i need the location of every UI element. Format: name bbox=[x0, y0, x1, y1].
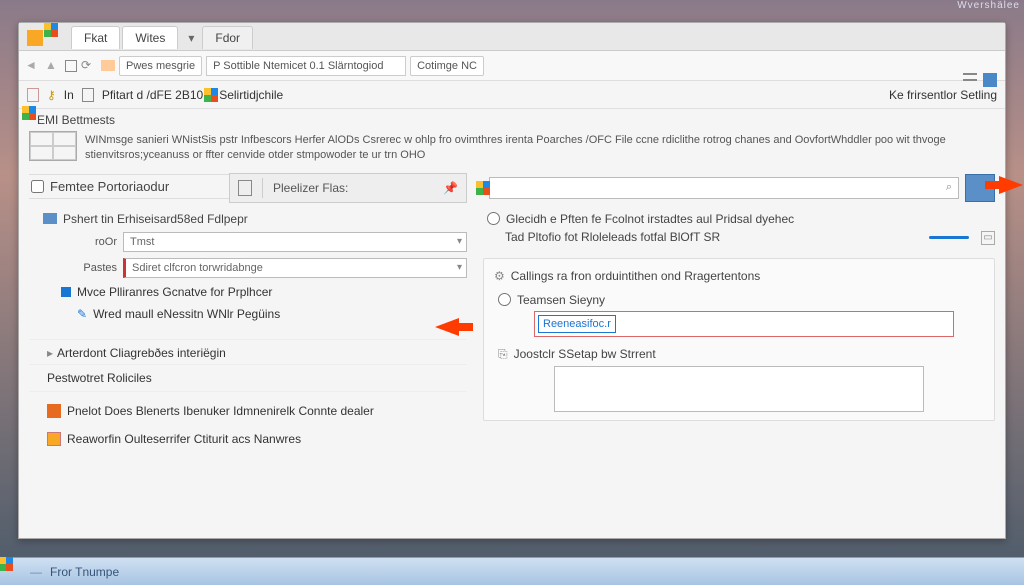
taskbar: ― Fror Tnumpe bbox=[0, 557, 1024, 585]
folder-icon bbox=[101, 60, 115, 71]
option-label-1: Mvce Plliranres Gcnatve for Prplhcer bbox=[77, 285, 272, 299]
section-label-3: Pestwotret Roliciles bbox=[47, 371, 152, 385]
blue-indicator bbox=[929, 236, 969, 239]
radio-row-2[interactable]: Teamsen Sieyny bbox=[494, 291, 984, 309]
panel-icon[interactable] bbox=[983, 73, 997, 87]
taskbar-item[interactable]: Fror Tnumpe bbox=[50, 565, 119, 579]
blue-square-icon bbox=[61, 287, 71, 297]
divider-icon: ― bbox=[30, 565, 42, 579]
key-icon[interactable]: ⚷ bbox=[47, 88, 56, 102]
search-icon: ⌕ bbox=[946, 181, 952, 194]
tab-1[interactable]: Fkat bbox=[71, 26, 120, 49]
section-row-3[interactable]: Pestwotret Roliciles bbox=[29, 364, 467, 392]
radio-row-1[interactable]: Glecidh e Pften fe Fcolnot irstadtes aul… bbox=[483, 210, 995, 228]
callout-arrow-1 bbox=[435, 318, 459, 336]
address-seg-1[interactable]: Pwes mesgrie bbox=[119, 56, 202, 76]
wand-icon: ✎ bbox=[77, 307, 87, 321]
collapse-icon[interactable]: ▭ bbox=[981, 231, 995, 245]
radio-label-3: Joostclr SSetap bw Strrent bbox=[514, 347, 656, 361]
address-seg-3[interactable]: Cotimge NC bbox=[410, 56, 484, 76]
pin-icon[interactable]: 📌 bbox=[443, 181, 458, 195]
toolbar-label-2: Pfitart d /dFE 2B10 bbox=[102, 88, 203, 102]
combo-row-1: roOr Tmst bbox=[29, 229, 467, 255]
section-checkbox[interactable] bbox=[31, 180, 44, 193]
yellow-square-icon bbox=[47, 432, 61, 446]
tab-bar: Fkat Wites ▾ Fdor bbox=[19, 23, 1005, 51]
banner-row: EMI Bettmests bbox=[19, 109, 1005, 131]
sub-label-1: Tad Pltofio fot Rloleleads fotfal BlOfT … bbox=[483, 228, 917, 248]
app-icon bbox=[27, 30, 43, 46]
option-row-1[interactable]: Mvce Plliranres Gcnatve for Prplhcer bbox=[29, 281, 467, 303]
search-input[interactable]: ⌕ bbox=[489, 177, 959, 199]
doc-icon[interactable] bbox=[27, 88, 39, 102]
edit-field-frame: Reeneasifoc.r bbox=[534, 311, 954, 337]
banner-body: WINmsge sanieri WNistSis pstr Infbescors… bbox=[85, 131, 995, 164]
section-row-2[interactable]: ▸Arterdont Cliagrebðes interiëgin bbox=[29, 339, 467, 364]
right-column: ⌕ Glecidh e Pften fe Fcolnot irstadtes a… bbox=[483, 174, 995, 450]
address-bar: ◄ ▲ ⟳ Pwes mesgrie P Sottible Ntemicet 0… bbox=[19, 51, 1005, 81]
grid-icon[interactable] bbox=[65, 60, 77, 72]
orange-square-icon bbox=[47, 404, 61, 418]
radio-1[interactable] bbox=[487, 212, 500, 225]
combo-2[interactable]: Sdiret clfcron torwridabnge bbox=[123, 258, 467, 278]
tab-dropdown[interactable]: ▾ bbox=[180, 27, 202, 49]
forward-icon[interactable]: ▲ bbox=[45, 58, 61, 74]
wireframe-icon bbox=[29, 131, 77, 161]
link-label-2: Reaworfin Oulteserrifer Ctiturit acs Nan… bbox=[67, 432, 301, 446]
notes-textarea[interactable] bbox=[554, 366, 924, 412]
main-area: Femtee Portoriaodur Pleelizer Flas: 📌 Ps… bbox=[19, 168, 1005, 460]
left-column: Femtee Portoriaodur Pleelizer Flas: 📌 Ps… bbox=[29, 174, 467, 450]
callout-arrow-2 bbox=[999, 176, 1023, 194]
toolbar-label-3: Selirtidjchile bbox=[219, 88, 283, 102]
toolbar-label-1: In bbox=[64, 88, 74, 102]
settings-card: ⚙ Callings ra fron orduintithen ond Rrag… bbox=[483, 258, 995, 421]
start-icon[interactable] bbox=[6, 564, 22, 580]
app-window: Fkat Wites ▾ Fdor ◄ ▲ ⟳ Pwes mesgrie P S… bbox=[18, 22, 1006, 539]
combo-label-1: roOr bbox=[43, 236, 117, 248]
folder-small-icon bbox=[43, 213, 57, 224]
gear-icon: ⚙ bbox=[494, 269, 505, 283]
radio-row-3[interactable]: ⎘ Joostclr SSetap bw Strrent bbox=[494, 345, 984, 364]
link-label-1: Pnelot Does Blenerts Ibenuker Idmnenirel… bbox=[67, 404, 374, 418]
toolbox-label: Pleelizer Flas: bbox=[273, 181, 348, 195]
radio-label-1: Glecidh e Pften fe Fcolnot irstadtes aul… bbox=[506, 212, 794, 226]
radio-2[interactable] bbox=[498, 293, 511, 306]
back-icon[interactable]: ◄ bbox=[25, 58, 41, 74]
section-title-1: Femtee Portoriaodur bbox=[50, 179, 169, 194]
doc-plus-icon[interactable] bbox=[238, 180, 252, 196]
banner-title: EMI Bettmests bbox=[37, 113, 115, 127]
window-tool-icons bbox=[963, 73, 997, 87]
toolbar-row: ⚷ In Pfitart d /dFE 2B10 Selirtidjchile … bbox=[19, 81, 1005, 109]
combo-label-2: Pastes bbox=[43, 262, 117, 274]
system-caption: Wvershälee bbox=[957, 0, 1020, 11]
link-row-1[interactable]: Pnelot Does Blenerts Ibenuker Idmnenirel… bbox=[29, 400, 467, 422]
tab-2[interactable]: Wites bbox=[122, 26, 178, 49]
option-label-2: Wred maull eNessitn WNlr Pegüins bbox=[93, 307, 280, 321]
toolbar-right-label[interactable]: Ke frirsentlor Setling bbox=[889, 88, 997, 102]
section-label-2: Arterdont Cliagrebðes interiëgin bbox=[57, 346, 226, 360]
menu-lines-icon[interactable] bbox=[963, 73, 977, 81]
link-icon: ⎘ bbox=[498, 347, 508, 362]
card-title-row: ⚙ Callings ra fron orduintithen ond Rrag… bbox=[494, 267, 984, 285]
card-title: Callings ra fron orduintithen ond Rrager… bbox=[511, 269, 760, 283]
field-row-1: Pshert tin Erhiseisard58ed Fdlpepr bbox=[29, 209, 467, 229]
combo-1[interactable]: Tmst bbox=[123, 232, 467, 252]
tool-icon bbox=[51, 30, 67, 46]
tab-3[interactable]: Fdor bbox=[202, 26, 253, 49]
left-toolbox: Pleelizer Flas: 📌 bbox=[229, 173, 467, 203]
refresh-icon[interactable]: ⟳ bbox=[81, 58, 97, 74]
link-row-2[interactable]: Reaworfin Oulteserrifer Ctiturit acs Nan… bbox=[29, 428, 467, 450]
banner-body-row: WINmsge sanieri WNistSis pstr Infbescors… bbox=[19, 131, 1005, 168]
option-row-2[interactable]: ✎ Wred maull eNessitn WNlr Pegüins bbox=[29, 303, 467, 325]
page-icon[interactable] bbox=[82, 88, 94, 102]
field-label-1: Pshert tin Erhiseisard58ed Fdlpepr bbox=[63, 212, 248, 226]
radio-label-2: Teamsen Sieyny bbox=[517, 293, 605, 307]
address-seg-2[interactable]: P Sottible Ntemicet 0.1 Slärntogiod bbox=[206, 56, 406, 76]
combo-row-2: Pastes Sdiret clfcron torwridabnge bbox=[29, 255, 467, 281]
edit-input[interactable]: Reeneasifoc.r bbox=[538, 315, 616, 333]
